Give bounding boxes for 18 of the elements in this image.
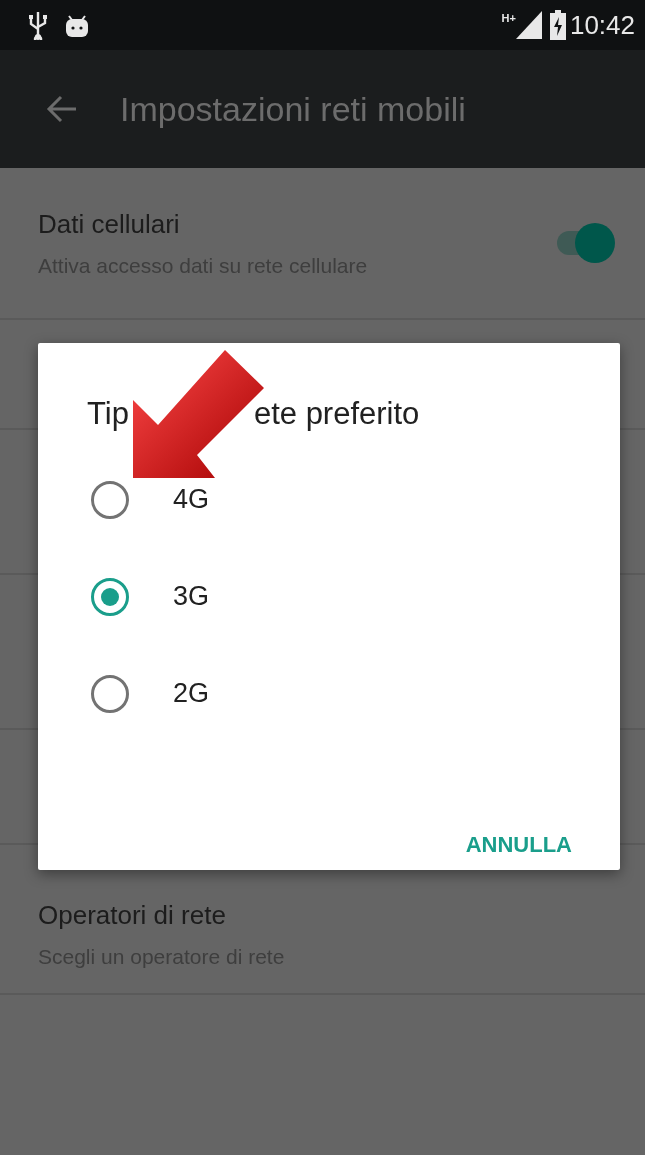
setting-title: Dati cellulari [38, 207, 181, 241]
setting-title: Operatori di rete [38, 898, 227, 932]
option-label[interactable]: 4G [173, 479, 210, 520]
usb-icon [28, 10, 48, 40]
toggle-switch[interactable] [555, 223, 615, 263]
option-label[interactable]: 3G [173, 576, 210, 617]
dialog-title: Tip [87, 395, 129, 433]
signal-icon [515, 11, 542, 39]
dialog-title: ete preferito [253, 395, 420, 433]
battery-charging-icon [549, 10, 566, 40]
network-type-label: H+ [501, 11, 516, 26]
radio-button[interactable] [91, 577, 129, 616]
screen-title: Impostazioni reti mobili [120, 88, 466, 130]
radio-button[interactable] [91, 480, 129, 519]
option-label[interactable]: 2G [173, 673, 210, 714]
radio-button[interactable] [91, 674, 129, 713]
clock: 10:42 [569, 8, 635, 42]
back-arrow-icon[interactable] [46, 95, 78, 123]
